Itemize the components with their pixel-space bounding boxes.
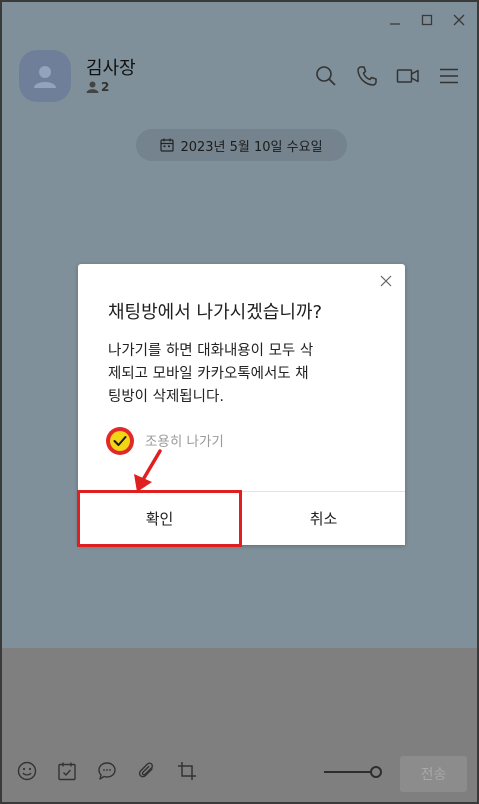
quiet-leave-label[interactable]: 조용히 나가기	[145, 430, 224, 450]
emoji-icon[interactable]	[16, 760, 38, 782]
member-count-value: 2	[101, 80, 110, 94]
confirm-button[interactable]: 확인	[78, 492, 241, 545]
composer-toolbar	[16, 760, 198, 782]
dialog-title: 채팅방에서 나가시겠습니까?	[108, 302, 322, 323]
dialog-footer: 확인 취소	[78, 491, 405, 545]
calendar-icon[interactable]	[56, 760, 78, 782]
slider-knob[interactable]	[370, 766, 382, 778]
emoticon-size-slider[interactable]	[324, 765, 384, 779]
maximize-icon[interactable]	[417, 10, 437, 30]
member-count[interactable]: 2	[86, 80, 109, 94]
quiet-leave-checkbox[interactable]	[106, 427, 134, 455]
attachment-icon[interactable]	[136, 760, 158, 782]
dialog-close-icon[interactable]	[377, 272, 395, 290]
header-actions	[314, 64, 461, 88]
person-icon	[34, 66, 56, 88]
search-icon[interactable]	[314, 64, 338, 88]
phone-icon[interactable]	[355, 64, 379, 88]
checkmark-icon	[110, 431, 130, 451]
date-badge: 2023년 5월 10일 수요일	[136, 129, 347, 161]
date-text: 2023년 5월 10일 수요일	[180, 139, 323, 155]
leave-chat-dialog: 채팅방에서 나가시겠습니까? 나가기를 하면 대화내용이 모두 삭 제되고 모바…	[78, 264, 405, 545]
chat-title: 김사장	[86, 58, 136, 79]
minimize-icon[interactable]	[385, 10, 405, 30]
dialog-message: 나가기를 하면 대화내용이 모두 삭 제되고 모바일 카카오톡에서도 채 팅방이…	[108, 343, 314, 405]
cancel-button[interactable]: 취소	[241, 492, 405, 545]
video-icon[interactable]	[396, 64, 420, 88]
close-icon[interactable]	[449, 10, 469, 30]
send-button[interactable]: 전송	[400, 756, 467, 792]
slider-track	[324, 771, 374, 773]
chat-header: 김사장 2	[2, 42, 477, 112]
app-window: 김사장 2 2023년 5월 10일 수요일 전송 채팅방에서 나가시겠습니까?…	[0, 0, 479, 804]
calendar-small-icon	[160, 138, 175, 152]
crop-icon[interactable]	[176, 760, 198, 782]
window-controls	[385, 10, 469, 30]
members-icon	[86, 81, 99, 93]
chat-bubble-icon[interactable]	[96, 760, 118, 782]
avatar[interactable]	[19, 50, 71, 102]
menu-icon[interactable]	[437, 64, 461, 88]
